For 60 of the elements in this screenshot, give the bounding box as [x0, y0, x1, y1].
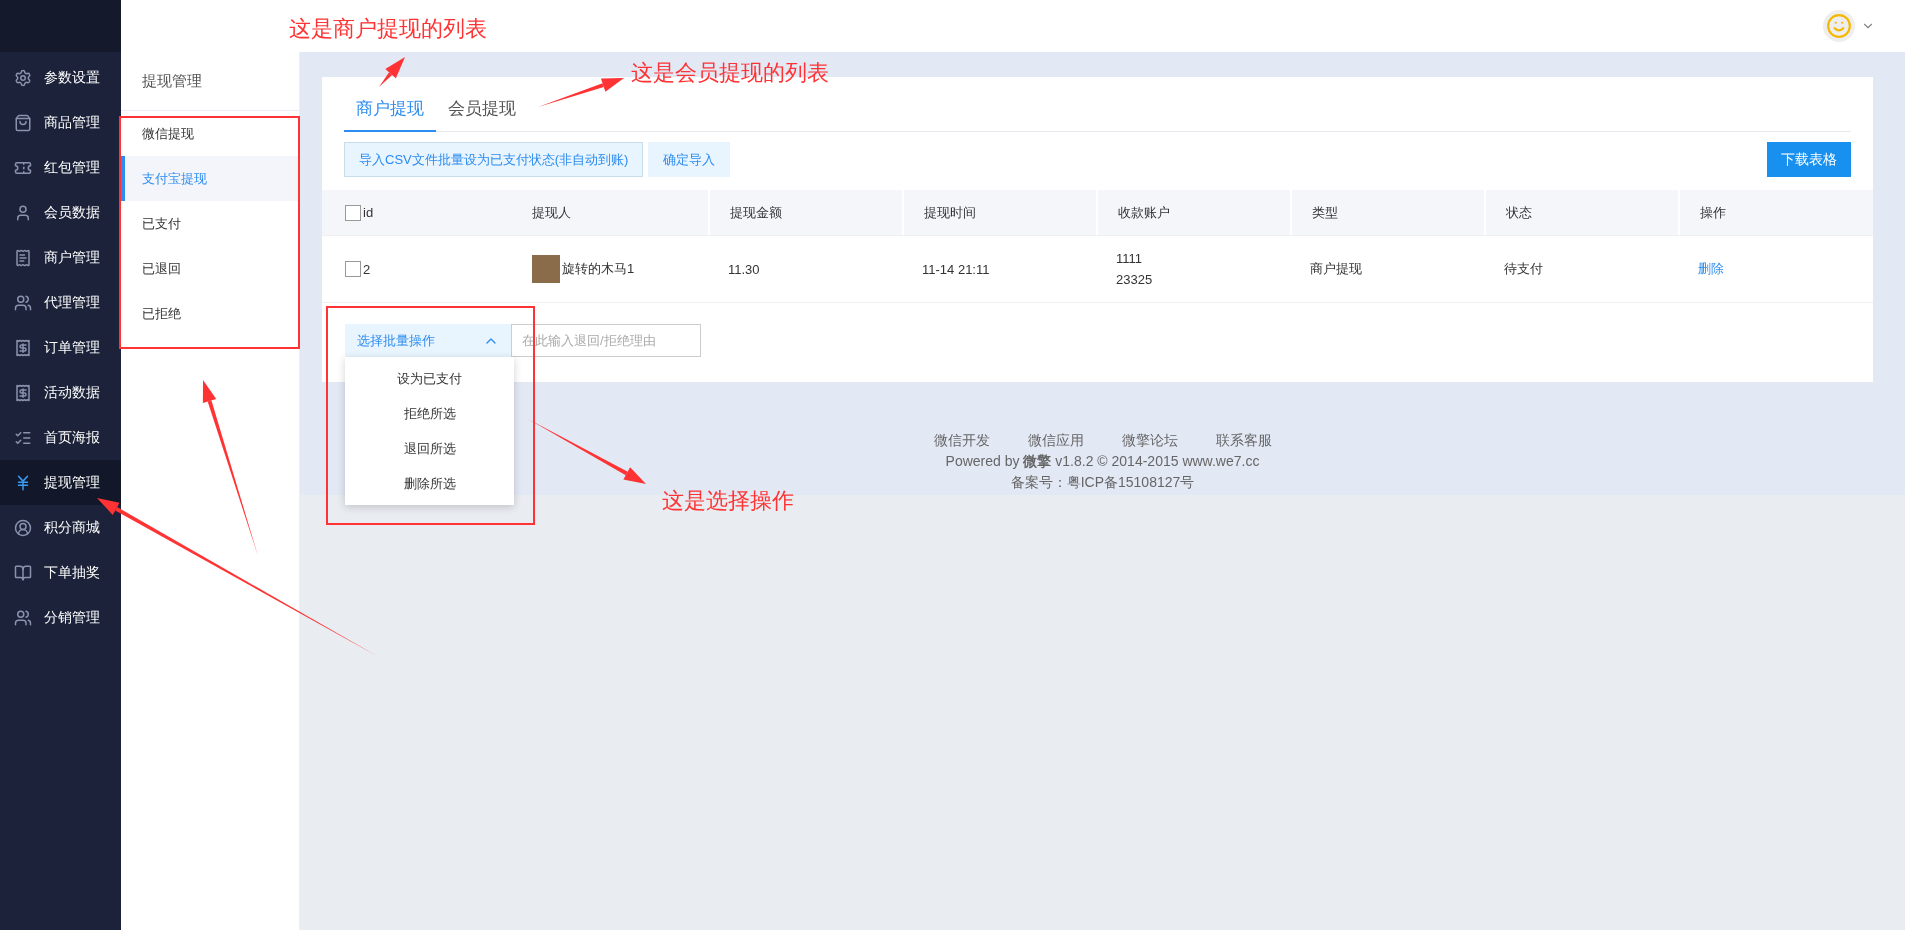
nav-item[interactable]: 商户管理	[0, 235, 121, 280]
footer-link[interactable]: 微信应用	[1027, 432, 1084, 450]
table-cell: 11.30	[728, 261, 760, 277]
nav-icon	[14, 68, 32, 87]
table-cell: 11-14 21:11	[922, 261, 990, 277]
icp-text: 备案号：粤ICP备15108127号	[1010, 474, 1195, 492]
delete-link[interactable]: 删除	[1698, 260, 1724, 278]
footer-link[interactable]: 微信开发	[933, 432, 990, 450]
nav-icon	[14, 563, 32, 582]
annotation-arrow	[379, 57, 405, 87]
nav-icon	[14, 518, 32, 537]
nav-item[interactable]: 红包管理	[0, 145, 121, 190]
nav-item[interactable]: 会员数据	[0, 190, 121, 235]
table-cell: 旋转的木马1	[562, 260, 635, 278]
nav-item[interactable]: 下单抽奖	[0, 550, 121, 595]
photo-placeholder	[532, 255, 560, 283]
tab[interactable]: 商户提现	[344, 97, 436, 132]
checkbox[interactable]	[345, 204, 361, 221]
column-header: 提现时间	[924, 203, 976, 222]
table-cell: 2	[363, 261, 371, 277]
table-cell: 待支付	[1504, 260, 1543, 278]
menu-option[interactable]: 退回所选	[345, 431, 514, 466]
nav-item[interactable]: 商品管理	[0, 100, 121, 145]
nav-icon	[14, 338, 32, 357]
footer-link[interactable]: 联系客服	[1215, 432, 1272, 450]
column-header: id	[363, 205, 374, 220]
nav-icon	[14, 383, 32, 402]
table-cell: 商户提现	[1310, 260, 1362, 278]
nav-icon	[14, 113, 32, 132]
table-cell-text: 1111	[1116, 251, 1144, 266]
column-header: 类型	[1312, 203, 1338, 222]
annotation-note: 这是会员提现的列表	[631, 59, 829, 87]
nav-icon	[14, 293, 32, 312]
column-header: 收款账户	[1118, 203, 1170, 222]
checkbox[interactable]	[345, 261, 361, 277]
powered-by-text: Powered by 微擎 v1.8.2 © 2014-2015 www.we7.cc	[945, 453, 1260, 471]
nav-item[interactable]: 订单管理	[0, 325, 121, 370]
column-header: 状态	[1506, 203, 1532, 222]
annotation-note: 这是选择操作	[662, 487, 794, 515]
nav-item[interactable]: 分销管理	[0, 595, 121, 640]
menu-option[interactable]: 设为已支付	[345, 361, 514, 396]
smiley-avatar-icon[interactable]	[1823, 10, 1855, 42]
column-header: 提现人	[532, 203, 571, 222]
nav-item[interactable]: 代理管理	[0, 280, 121, 325]
nav-item[interactable]: 参数设置	[0, 55, 121, 100]
nav-icon	[14, 203, 32, 222]
annotation-note: 这是商户提现的列表	[289, 15, 487, 43]
nav-item[interactable]: 活动数据	[0, 370, 121, 415]
nav-item[interactable]: 首页海报	[0, 415, 121, 460]
column-header: 提现金额	[730, 203, 782, 222]
nav-icon	[14, 248, 32, 267]
footer-link[interactable]: 微擎论坛	[1121, 432, 1178, 450]
nav-icon	[14, 608, 32, 627]
tab[interactable]: 会员提现	[436, 97, 528, 132]
column-header: 操作	[1700, 203, 1726, 222]
nav-item[interactable]: 积分商城	[0, 505, 121, 550]
menu-option[interactable]: 删除所选	[345, 466, 514, 501]
table-cell: 23325	[1116, 272, 1153, 287]
menu-option[interactable]: 拒绝所选	[345, 396, 514, 431]
nav-item[interactable]: 提现管理	[0, 460, 121, 505]
